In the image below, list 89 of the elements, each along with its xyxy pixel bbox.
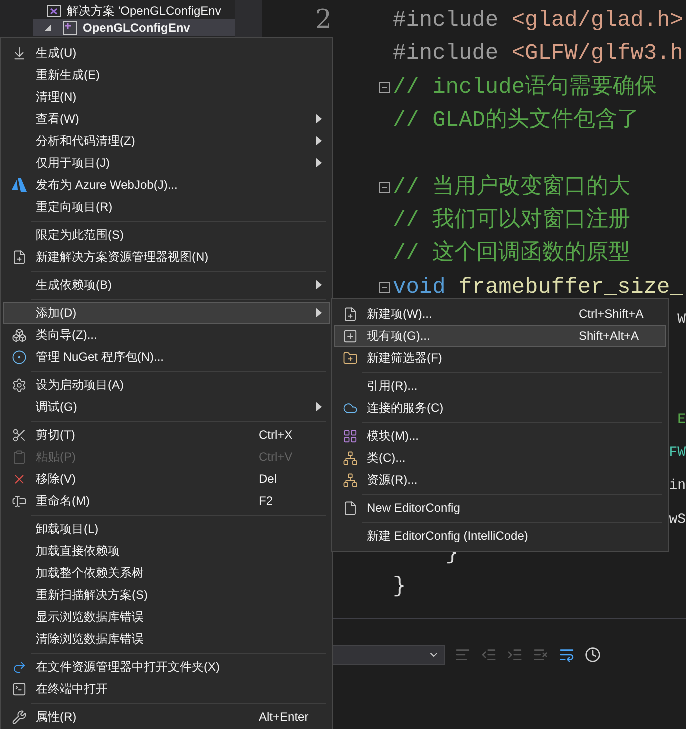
menu-item[interactable]: New EditorConfig <box>334 497 666 519</box>
menu-item[interactable]: 模块(M)... <box>334 425 666 447</box>
collapse-icon[interactable] <box>379 82 390 93</box>
menu-item[interactable]: 生成(U) <box>3 42 330 64</box>
menu-item[interactable]: 类(C)... <box>334 447 666 469</box>
menu-item[interactable]: 限定为此范围(S) <box>3 224 330 246</box>
file-plus-icon <box>12 250 26 264</box>
menu-item[interactable]: 清理(N) <box>3 86 330 108</box>
folder-plus-icon <box>342 350 358 366</box>
submenu-arrow-icon <box>316 402 322 412</box>
tree-icon <box>342 472 358 488</box>
code-line: // GLAD的头文件包含了 <box>393 106 640 136</box>
code-line: wS <box>669 510 686 530</box>
menu-item[interactable]: 连接的服务(C) <box>334 397 666 419</box>
menu-item[interactable]: 资源(R)... <box>334 469 666 491</box>
project-icon <box>63 20 77 34</box>
menu-item[interactable]: 新建解决方案资源管理器视图(N) <box>3 246 330 268</box>
menu-item[interactable]: 类向导(Z)... <box>3 324 330 346</box>
terminal-icon <box>12 682 26 696</box>
solution-icon <box>47 4 61 18</box>
cloud-icon <box>342 400 358 416</box>
menu-item[interactable]: 发布为 Azure WebJob(J)... <box>3 174 330 196</box>
tree-icon <box>342 450 358 466</box>
code-line: E <box>678 410 686 430</box>
code-line: // 这个回调函数的原型 <box>393 240 631 268</box>
menu-item[interactable]: 显示浏览数据库错误 <box>3 606 330 628</box>
menu-item[interactable]: 现有项(G)... Shift+Alt+A <box>334 325 666 347</box>
menu-item[interactable]: 新建筛选器(F) <box>334 347 666 369</box>
submenu-arrow-icon <box>316 136 322 146</box>
expand-triangle-icon <box>45 24 51 30</box>
menu-item[interactable]: 在文件资源管理器中打开文件夹(X) <box>3 656 330 678</box>
code-line: FW <box>669 444 686 463</box>
code-line: } <box>393 573 406 602</box>
menu-item[interactable]: 重新生成(E) <box>3 64 330 86</box>
tree-row[interactable]: 解决方案 'OpenGLConfigEnv <box>33 2 235 19</box>
blocks-icon <box>12 328 26 342</box>
menu-item[interactable]: 属性(R) Alt+Enter <box>3 706 330 728</box>
menu-item[interactable]: 仅用于项目(J) <box>3 152 330 174</box>
code-line: #include <glad/glad.h> <box>393 7 684 36</box>
submenu-arrow-icon <box>316 280 322 290</box>
collapse-icon[interactable] <box>379 282 390 293</box>
collapse-icon[interactable] <box>379 182 390 193</box>
menu-item[interactable]: 查看(W) <box>3 108 330 130</box>
module-icon <box>342 428 358 444</box>
menu-item[interactable]: 引用(R)... <box>334 375 666 397</box>
code-line: W <box>678 310 686 330</box>
menu-item[interactable]: 卸载项目(L) <box>3 518 330 540</box>
menu-item[interactable]: 调试(G) <box>3 396 330 418</box>
code-line: // include语句需要确保 <box>393 74 658 102</box>
tree-row[interactable]: OpenGLConfigEnv <box>33 19 235 36</box>
menu-item[interactable]: 新建 EditorConfig (IntelliCode) <box>334 525 666 547</box>
submenu-arrow-icon <box>316 308 322 318</box>
code-line: in <box>669 477 686 496</box>
text-cursor-icon <box>12 494 26 508</box>
menu-item[interactable]: 分析和代码清理(Z) <box>3 130 330 152</box>
menu-item[interactable]: 生成依赖项(B) <box>3 274 330 296</box>
menu-item[interactable]: 移除(V) Del <box>3 468 330 490</box>
menu-item[interactable]: 重命名(M) F2 <box>3 490 330 512</box>
file-plus-icon <box>342 306 358 322</box>
wrench-icon <box>12 710 26 724</box>
dots-circle-icon <box>12 350 26 364</box>
square-plus-icon <box>342 328 358 344</box>
code-line: #include <GLFW/glfw3.h <box>393 40 684 68</box>
curved-arrow-icon <box>12 660 26 674</box>
menu-item[interactable]: 管理 NuGet 程序包(N)... <box>3 346 330 368</box>
code-line: // 当用户改变窗口的大 <box>393 173 631 202</box>
submenu-arrow-icon <box>316 158 322 168</box>
clock-icon[interactable] <box>585 647 601 663</box>
menu-item[interactable]: 加载整个依赖关系树 <box>3 562 330 584</box>
code-line: // 我们可以对窗口注册 <box>393 206 631 235</box>
menu-item[interactable]: 重定向项目(R) <box>3 196 330 218</box>
logo-icon <box>12 178 26 192</box>
menu-item[interactable]: 添加(D) <box>3 302 330 324</box>
menu-item[interactable]: 清除浏览数据库错误 <box>3 628 330 650</box>
code-line: void framebuffer_size_ <box>393 274 684 302</box>
menu-item[interactable]: 加载直接依赖项 <box>3 540 330 562</box>
scissors-icon <box>12 428 26 442</box>
word-wrap-icon[interactable] <box>559 647 575 663</box>
menu-item[interactable]: 剪切(T) Ctrl+X <box>3 424 330 446</box>
menu-item[interactable]: 重新扫描解决方案(S) <box>3 584 330 606</box>
menu-item[interactable]: 新建项(W)... Ctrl+Shift+A <box>334 303 666 325</box>
settings-icon <box>12 378 26 392</box>
download-icon <box>12 46 26 60</box>
menu-item[interactable]: 设为启动项目(A) <box>3 374 330 396</box>
menu-item[interactable]: 在终端中打开 <box>3 678 330 700</box>
clipboard-icon <box>12 450 26 464</box>
file-icon <box>342 500 358 516</box>
submenu-arrow-icon <box>316 114 322 124</box>
line-number: 2 <box>315 5 332 36</box>
